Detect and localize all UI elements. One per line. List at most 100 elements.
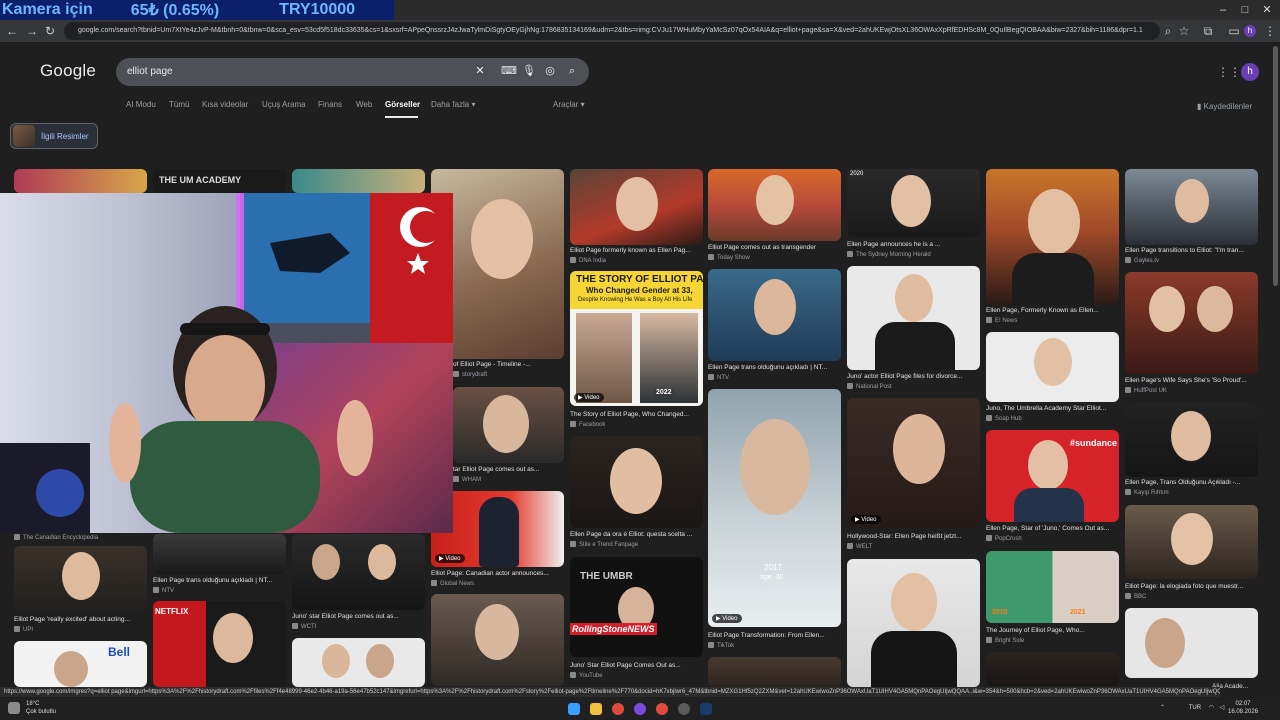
system-tray[interactable]: ⌃ TUR ◠ ◁ xyxy=(1160,704,1224,711)
result-image[interactable] xyxy=(1125,403,1258,477)
result-image[interactable] xyxy=(292,638,425,687)
result-caption[interactable]: Elliot Page Transformation: From Ellen..… xyxy=(708,632,841,639)
result-caption[interactable]: Juno, The Umbrella Academy Star Elliot..… xyxy=(986,405,1119,412)
result-source[interactable]: WELT xyxy=(847,543,980,550)
result-image[interactable] xyxy=(431,594,564,686)
file-explorer-icon[interactable] xyxy=(590,703,602,715)
tab-ai-mode[interactable]: AI Modu xyxy=(126,100,156,109)
tools-button[interactable]: Araçlar ▾ xyxy=(553,100,585,109)
result-image[interactable] xyxy=(986,169,1119,305)
result-caption[interactable]: Ellen Page announces he is a ... xyxy=(847,241,980,248)
tab-flights[interactable]: Uçuş Arama xyxy=(262,100,306,109)
result-source[interactable]: TikTok xyxy=(708,642,841,649)
result-image[interactable] xyxy=(14,169,147,193)
result-source[interactable]: Bright Side xyxy=(986,637,1119,644)
result-image[interactable] xyxy=(570,169,703,245)
avatar[interactable]: h xyxy=(1241,63,1259,81)
result-image[interactable]: NETFLIX xyxy=(153,601,286,687)
lens-icon[interactable]: ◎ xyxy=(543,64,557,78)
zoom-icon[interactable]: ⌕ xyxy=(1160,23,1176,39)
result-source[interactable]: DNA India xyxy=(570,257,703,264)
result-source[interactable]: Soap Hub xyxy=(986,415,1119,422)
result-source[interactable]: UPI xyxy=(14,626,147,633)
result-source[interactable]: BBC xyxy=(1125,593,1258,600)
result-source[interactable]: NTV xyxy=(153,587,286,594)
result-image[interactable] xyxy=(847,266,980,370)
page-scrollbar[interactable] xyxy=(1273,46,1278,286)
result-image[interactable] xyxy=(1125,169,1258,245)
sidebar-icon[interactable]: ▭ xyxy=(1226,23,1242,39)
keyboard-icon[interactable]: ⌨ xyxy=(501,64,517,78)
result-image[interactable] xyxy=(847,559,980,687)
back-icon[interactable]: ← xyxy=(4,23,20,39)
result-image[interactable]: ▶ Video xyxy=(847,398,980,528)
network-icon[interactable]: ◠ xyxy=(1209,705,1214,711)
result-source[interactable]: The Canadian Encyclopedia xyxy=(14,534,147,541)
result-caption[interactable]: Ellen Page transitions to Elliot: "I'm t… xyxy=(1125,247,1258,254)
profile-icon[interactable]: h xyxy=(1244,25,1256,37)
clock[interactable]: 02:07 16.08.2026 xyxy=(1228,700,1258,716)
result-caption[interactable]: Elliot Page formerly known as Ellen Pag.… xyxy=(570,247,703,254)
result-source[interactable]: Facebook xyxy=(570,421,703,428)
result-caption[interactable]: Ellen Page da ora è Elliot: questa scelt… xyxy=(570,531,703,538)
forward-icon[interactable]: → xyxy=(24,23,40,39)
tab-more[interactable]: Daha fazla ▾ xyxy=(431,100,475,109)
volume-icon[interactable]: ◁ xyxy=(1220,705,1225,711)
steam-icon[interactable] xyxy=(700,703,712,715)
result-image[interactable] xyxy=(986,332,1119,402)
result-caption[interactable]: The Journey of Elliot Page, Who... xyxy=(986,627,1119,634)
result-caption[interactable]: Elliot Page: Canadian actor announces... xyxy=(431,570,564,577)
result-source[interactable]: Kayıp Rıhtım xyxy=(1125,489,1258,496)
result-image[interactable] xyxy=(1125,272,1258,374)
result-image[interactable]: Bell xyxy=(14,641,147,687)
result-image[interactable] xyxy=(453,387,564,463)
start-icon[interactable] xyxy=(568,703,580,715)
result-caption[interactable]: Hollywood-Star: Ellen Page heißt jetzt..… xyxy=(847,533,980,540)
result-source[interactable]: Global News xyxy=(431,580,564,587)
result-image[interactable]: 2020 xyxy=(847,169,980,237)
result-source[interactable]: Gayles.tv xyxy=(1125,257,1258,264)
tab-finance[interactable]: Finans xyxy=(318,100,342,109)
language-indicator[interactable]: TUR xyxy=(1189,705,1201,711)
result-caption[interactable]: Juno' star Elliot Page comes out as... xyxy=(292,613,425,620)
result-source[interactable]: E! News xyxy=(986,317,1119,324)
result-caption[interactable]: The Story of Elliot Page, Who Changed... xyxy=(570,411,703,418)
result-source[interactable]: NTV xyxy=(708,374,841,381)
result-image[interactable] xyxy=(292,169,425,193)
result-image[interactable]: THE STORY OF ELLIOT PAGE, Who Changed Ge… xyxy=(570,271,703,406)
result-source[interactable]: YouTube xyxy=(570,672,703,679)
result-image[interactable] xyxy=(708,657,841,687)
weather-icon[interactable] xyxy=(8,702,20,714)
result-caption[interactable]: Ellen Page, Trans Olduğunu Açıkladı -... xyxy=(1125,479,1258,486)
mic-icon[interactable]: 🎙 xyxy=(522,64,536,78)
search-input[interactable]: elliot page xyxy=(127,66,173,77)
result-image[interactable] xyxy=(708,269,841,361)
result-source[interactable]: PopCrush xyxy=(986,535,1119,542)
extensions-icon[interactable]: ⧉ xyxy=(1200,23,1216,39)
chevron-up-icon[interactable]: ⌃ xyxy=(1160,705,1165,711)
result-caption[interactable]: Ellen Page's Wife Says She's 'So Proud'.… xyxy=(1125,377,1258,384)
result-caption[interactable]: Ellen Page, Star of 'Juno,' Comes Out as… xyxy=(986,525,1119,532)
result-caption[interactable]: tar Elliot Page comes out as... xyxy=(453,466,563,473)
result-image[interactable] xyxy=(14,546,147,612)
result-image[interactable] xyxy=(153,534,286,574)
result-image[interactable]: THE UM ACADEMY xyxy=(153,169,286,193)
menu-icon[interactable]: ⋮ xyxy=(1262,23,1278,39)
tab-images[interactable]: Görseller xyxy=(385,100,420,109)
saved-link[interactable]: ▮ Kaydedilenler xyxy=(1197,102,1252,111)
chrome-icon[interactable] xyxy=(612,703,624,715)
bookmark-star-icon[interactable]: ☆ xyxy=(1176,23,1192,39)
result-image[interactable]: THE UMBR RollingStoneNEWS xyxy=(570,557,703,657)
result-source[interactable]: Stile e Trend Fanpage xyxy=(570,541,703,548)
result-caption[interactable]: Elliot Page: la elogiada foto que muestr… xyxy=(1125,583,1258,590)
clear-icon[interactable]: ✕ xyxy=(473,64,487,78)
result-caption[interactable]: Elliot Page 'really excited' about actin… xyxy=(14,616,147,623)
search-box[interactable]: elliot page ✕ ⌨ 🎙 ◎ ⌕ xyxy=(116,58,589,86)
chrome-icon[interactable] xyxy=(656,703,668,715)
result-image[interactable]: 2010 2021 xyxy=(986,551,1119,623)
result-image[interactable] xyxy=(986,652,1119,686)
result-source[interactable]: HuffPost UK xyxy=(1125,387,1258,394)
result-caption[interactable]: Ellen Page trans olduğunu açıkladı | NT.… xyxy=(153,577,286,584)
reload-icon[interactable]: ↻ xyxy=(42,23,58,39)
result-image[interactable]: 2017 age: 30 ▶ Video xyxy=(708,389,841,627)
